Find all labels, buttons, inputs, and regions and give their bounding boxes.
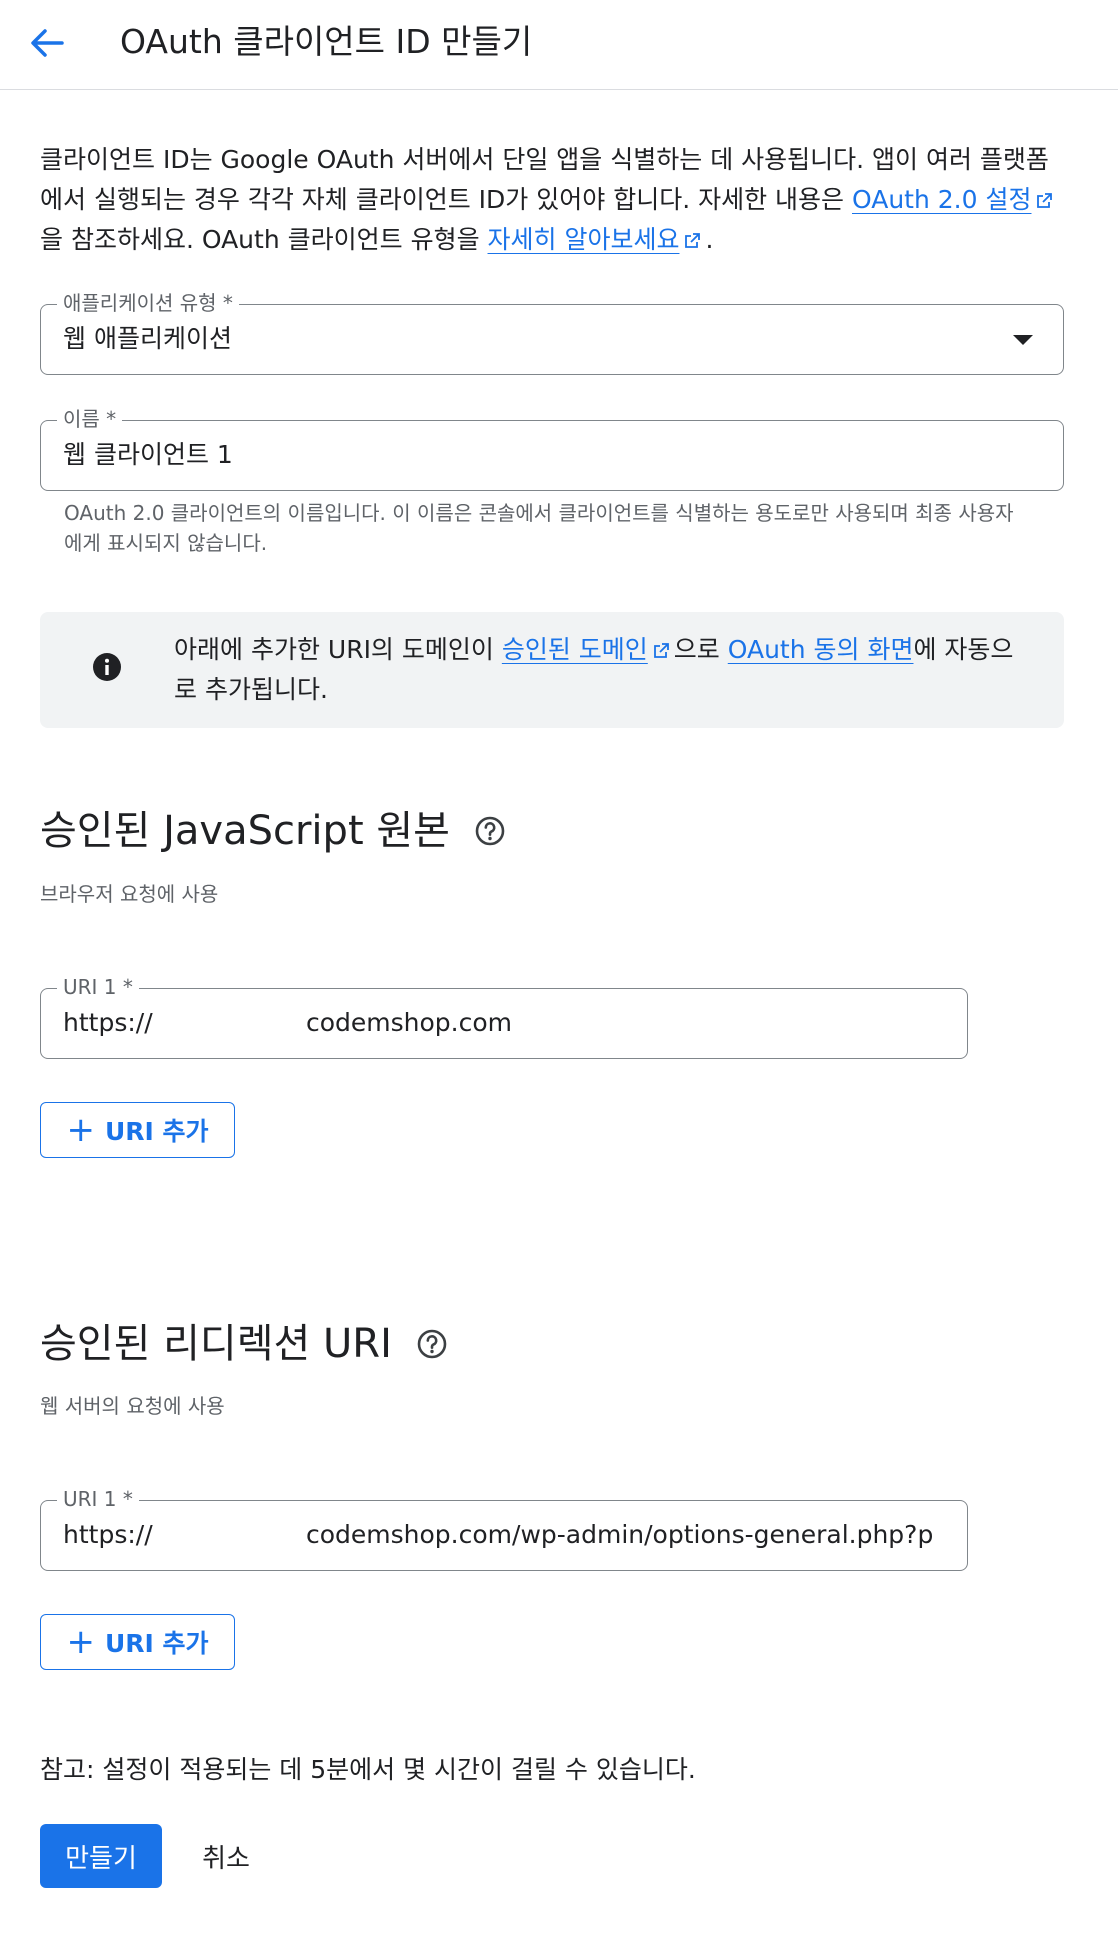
- application-type-value: 웹 애플리케이션: [63, 324, 232, 353]
- name-value: 웹 클라이언트 1: [63, 440, 233, 469]
- external-link-icon: [653, 643, 669, 658]
- plus-icon: +: [66, 1110, 95, 1150]
- page-title: OAuth 클라이언트 ID 만들기: [120, 22, 533, 61]
- intro-text-2: 을 참조하세요. OAuth 클라이언트 유형을: [40, 225, 488, 254]
- add-uri-label: URI 추가: [104, 1629, 209, 1658]
- intro-text-3: .: [705, 225, 714, 254]
- learn-more-link[interactable]: 자세히 알아보세요: [488, 225, 680, 254]
- redirect-uri-label: URI 1 *: [57, 1486, 139, 1512]
- info-text-1: 아래에 추가한 URI의 도메인이: [174, 635, 502, 664]
- cancel-button[interactable]: 취소: [190, 1824, 262, 1888]
- redirect-uri-prefix: https://: [63, 1520, 153, 1549]
- info-banner: 아래에 추가한 URI의 도메인이 승인된 도메인 으로 OAuth 동의 화면에…: [40, 612, 1064, 728]
- js-origins-title: 승인된 JavaScript 원본: [40, 805, 506, 857]
- info-icon: [93, 653, 121, 681]
- info-text: 아래에 추가한 URI의 도메인이 승인된 도메인 으로 OAuth 동의 화면에…: [174, 630, 1034, 710]
- js-origins-title-text: 승인된 JavaScript 원본: [40, 808, 450, 854]
- redirect-uris-title-text: 승인된 리디렉션 URI: [40, 1321, 392, 1367]
- name-helper-text: OAuth 2.0 클라이언트의 이름입니다. 이 이름은 콘솔에서 클라이언트…: [64, 501, 1014, 555]
- js-origin-uri-value: codemshop.com: [306, 1008, 513, 1037]
- js-origin-uri-label: URI 1 *: [57, 974, 139, 1000]
- settings-note: 참고: 설정이 적용되는 데 5분에서 몇 시간이 걸릴 수 있습니다.: [40, 1755, 696, 1784]
- js-origins-subtitle: 브라우저 요청에 사용: [40, 882, 219, 906]
- add-uri-label: URI 추가: [104, 1117, 209, 1146]
- external-link-icon: [1037, 193, 1053, 208]
- external-link-icon: [685, 233, 701, 248]
- help-icon[interactable]: [474, 815, 506, 847]
- oauth-settings-link[interactable]: OAuth 2.0 설정: [852, 185, 1031, 214]
- js-origin-uri-prefix: https://: [63, 1008, 153, 1037]
- dropdown-arrow-icon[interactable]: [1013, 335, 1033, 345]
- redirect-uris-subtitle: 웹 서버의 요청에 사용: [40, 1394, 225, 1418]
- app-header: OAuth 클라이언트 ID 만들기: [0, 0, 1118, 90]
- arrow-left-icon: [31, 29, 64, 57]
- redirect-uri-value: codemshop.com/wp-admin/options-general.p…: [306, 1520, 934, 1549]
- name-label: 이름 *: [57, 406, 123, 432]
- add-js-origin-uri-button[interactable]: + URI 추가: [40, 1102, 235, 1158]
- application-type-label: 애플리케이션 유형 *: [57, 290, 239, 316]
- add-redirect-uri-button[interactable]: + URI 추가: [40, 1614, 235, 1670]
- js-origin-uri-input[interactable]: URI 1 * https:// codemshop.com: [40, 974, 968, 1059]
- authorized-domains-link[interactable]: 승인된 도메인: [502, 635, 648, 664]
- intro-description: 클라이언트 ID는 Google OAuth 서버에서 단일 앱을 식별하는 데…: [40, 140, 1070, 260]
- plus-icon: +: [66, 1622, 95, 1662]
- create-button[interactable]: 만들기: [40, 1824, 162, 1888]
- help-icon[interactable]: [416, 1328, 448, 1360]
- info-text-2: 으로: [673, 635, 728, 664]
- redacted-area: [157, 999, 257, 1047]
- name-input[interactable]: 이름 * 웹 클라이언트 1: [40, 406, 1064, 491]
- application-type-select[interactable]: 애플리케이션 유형 * 웹 애플리케이션: [40, 290, 1064, 375]
- back-button[interactable]: [22, 20, 72, 66]
- redirect-uris-title: 승인된 리디렉션 URI: [40, 1318, 448, 1370]
- redirect-uri-input[interactable]: URI 1 * https:// codemshop.com/wp-admin/…: [40, 1486, 968, 1571]
- oauth-consent-screen-link[interactable]: OAuth 동의 화면: [728, 635, 914, 664]
